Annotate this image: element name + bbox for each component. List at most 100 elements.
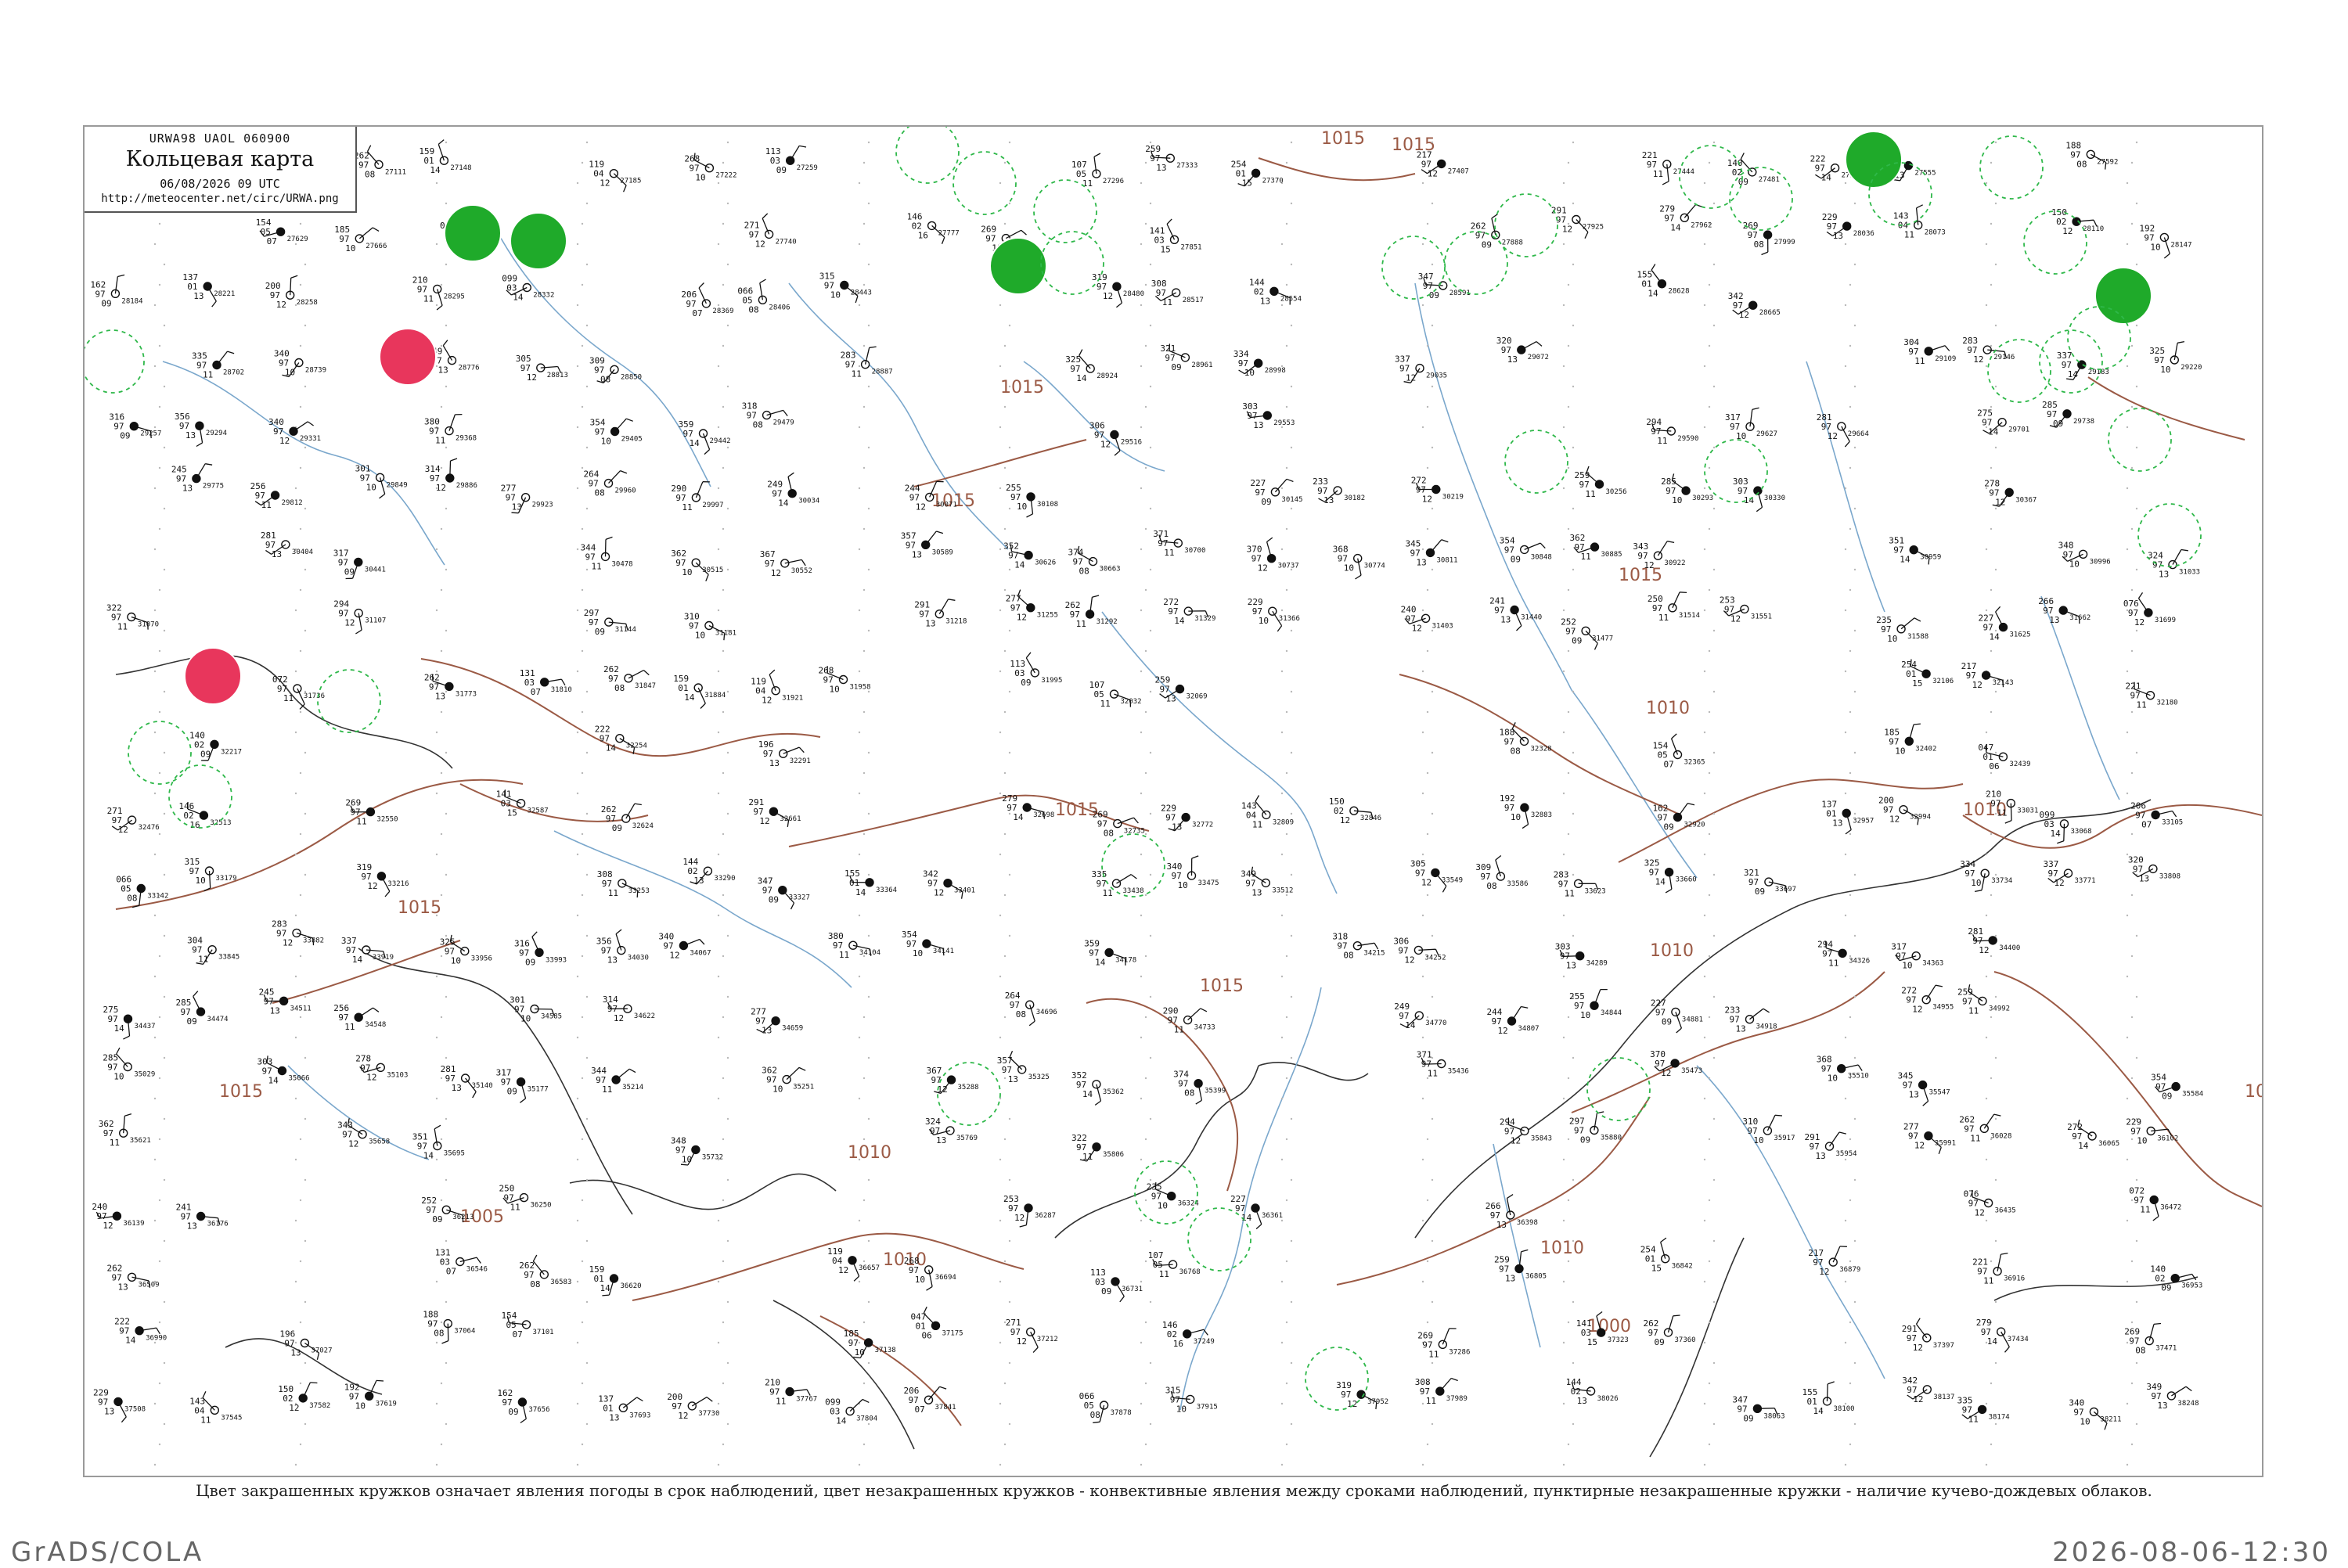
precipitation-marker (510, 213, 567, 269)
station-dewpoint: 11 (852, 369, 862, 379)
station-id: 29997 (702, 502, 723, 509)
station-plot: 305971233549 (1410, 858, 1463, 892)
station-id: 30293 (1692, 494, 1713, 502)
station-plot: 155011428628 (1637, 264, 1689, 299)
wind-feather (629, 1069, 636, 1072)
border-line (358, 948, 632, 1214)
station-plot: 141031527851 (1150, 219, 1202, 254)
station-id: 35991 (1935, 1140, 1956, 1148)
wind-barb (790, 146, 800, 160)
station-dewpoint: 13 (1156, 163, 1166, 173)
station-id: 27444 (1673, 168, 1694, 176)
station-id: 34363 (1922, 960, 1943, 968)
wind-barb (609, 471, 621, 484)
station-dewpoint: 12 (1912, 1005, 1922, 1015)
station-dewpoint: 11 (1968, 1005, 1979, 1016)
station-plot: 072971136472 (2129, 1185, 2181, 1221)
station-id: 32550 (376, 816, 398, 824)
station-id: 29738 (2073, 418, 2094, 426)
station-plot: 342971233401 (923, 869, 975, 899)
river-line (163, 361, 445, 565)
station-plot: 362971035251 (762, 1066, 814, 1095)
station-plot: 308971128517 (1151, 279, 1204, 307)
station-id: 34696 (1036, 1009, 1057, 1016)
wind-feather (1756, 507, 1762, 511)
isobar-line (632, 1234, 1024, 1300)
station-dewpoint: 12 (600, 178, 610, 189)
station-dewpoint: 10 (1344, 563, 1354, 574)
station-id: 35362 (1103, 1088, 1124, 1096)
border-line (1259, 1063, 1368, 1081)
station-dewpoint: 09 (507, 1087, 517, 1097)
station-id: 28073 (1925, 229, 1946, 237)
station-plot: 318970829479 (742, 401, 794, 430)
wind-feather (1094, 153, 1100, 156)
station-plot: 380971129368 (424, 415, 477, 446)
station-dewpoint: 11 (200, 1415, 211, 1425)
station-dewpoint: 12 (1017, 613, 1027, 623)
wind-feather (520, 1419, 526, 1422)
station-dewpoint: 13 (270, 1005, 280, 1016)
station-dewpoint: 14 (1813, 1406, 1824, 1416)
wind-feather (124, 1114, 131, 1117)
border-line (773, 1300, 914, 1449)
station-plot: 254011532106 (1901, 660, 1954, 689)
station-plot: 345971335547 (1898, 1071, 1950, 1106)
station-dewpoint: 12 (1412, 623, 1422, 633)
wind-barb (1026, 658, 1035, 673)
station-plot: 144021328554 (1249, 277, 1302, 306)
wind-barb (926, 531, 937, 545)
station-dewpoint: 08 (530, 1279, 540, 1289)
cloud-cover-marker (1682, 487, 1690, 494)
station-plot: 188970832328 (1500, 722, 1552, 756)
wind-feather (2173, 811, 2177, 817)
wind-feather (2177, 342, 2184, 343)
station-plot: 185971032402 (1884, 724, 1936, 756)
wind-feather (940, 1386, 947, 1389)
station-id: 37064 (454, 1328, 475, 1336)
cloud-cover-marker (128, 613, 135, 621)
station-id: 32809 (1273, 818, 1294, 826)
wind-feather (1020, 1225, 1027, 1227)
station-dewpoint: 12 (348, 1139, 358, 1149)
wind-feather (451, 459, 458, 461)
wind-barb (1678, 804, 1688, 818)
wind-feather (2181, 550, 2188, 551)
station-plot: 324971331033 (2148, 550, 2200, 580)
station-id: 28480 (1123, 290, 1144, 298)
station-id: 35769 (956, 1135, 978, 1142)
station-id: 33327 (789, 894, 810, 902)
station-id: 33845 (218, 954, 239, 962)
station-dewpoint: 13 (1260, 296, 1270, 306)
station-dewpoint: 09 (769, 895, 779, 905)
station-dewpoint: 09 (432, 1214, 442, 1225)
wind-feather (1597, 1312, 1602, 1316)
station-dewpoint: 08 (1754, 239, 1764, 250)
station-plot: 255971030108 (1006, 483, 1058, 517)
wind-feather (561, 679, 565, 685)
map-title: Кольцевая карта (85, 147, 355, 171)
station-dewpoint: 09 (1261, 497, 1271, 507)
station-dewpoint: 14 (606, 743, 617, 753)
station-id: 33290 (714, 875, 735, 883)
station-id: 35954 (1836, 1150, 1857, 1158)
station-plot: 264970834696 (1005, 991, 1057, 1026)
station-id: 30108 (1037, 501, 1058, 509)
station-id: 34437 (135, 1023, 156, 1030)
station-id: 28813 (547, 372, 568, 379)
wind-feather (520, 1099, 525, 1102)
station-id: 36953 (2181, 1282, 2202, 1290)
station-dewpoint: 08 (1016, 1009, 1026, 1020)
station-id: 36472 (2160, 1203, 2181, 1211)
station-plot: 113030927259 (765, 146, 818, 175)
synoptic-map: 1015101510151015101510151015101510151010… (83, 125, 2263, 1477)
wind-feather (1680, 592, 1687, 593)
wind-feather (1201, 1009, 1207, 1012)
station-id: 33734 (1991, 877, 2012, 885)
station-dewpoint: 11 (1565, 888, 1575, 898)
station-id: 28998 (1265, 367, 1286, 375)
station-dewpoint: 13 (1736, 1024, 1746, 1034)
station-plot: 252970931477 (1561, 617, 1613, 649)
station-plot: 305971228813 (516, 354, 568, 383)
wind-feather (621, 471, 627, 473)
